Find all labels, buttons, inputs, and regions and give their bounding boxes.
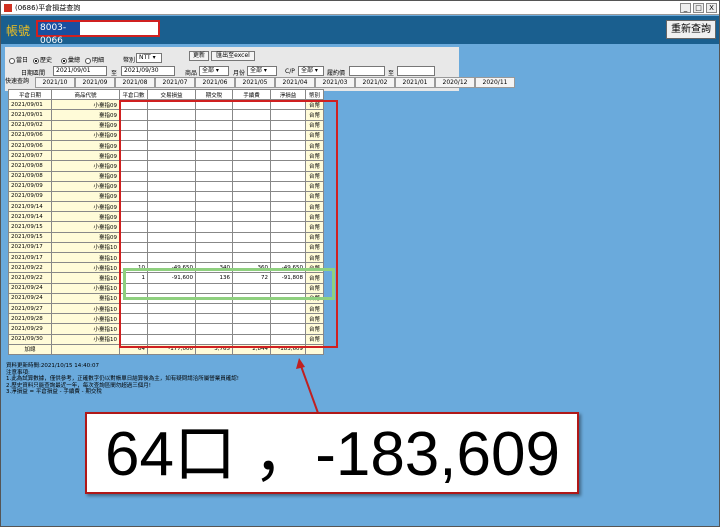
zoom-callout-text: 64口 ，-183,609: [105, 420, 560, 489]
zoom-callout: 64口 ，-183,609: [85, 412, 579, 494]
app-window: (0686)平倉損益查詢 _ □ X 帳號 8003-0066 重新查詢 當日 …: [0, 0, 720, 527]
